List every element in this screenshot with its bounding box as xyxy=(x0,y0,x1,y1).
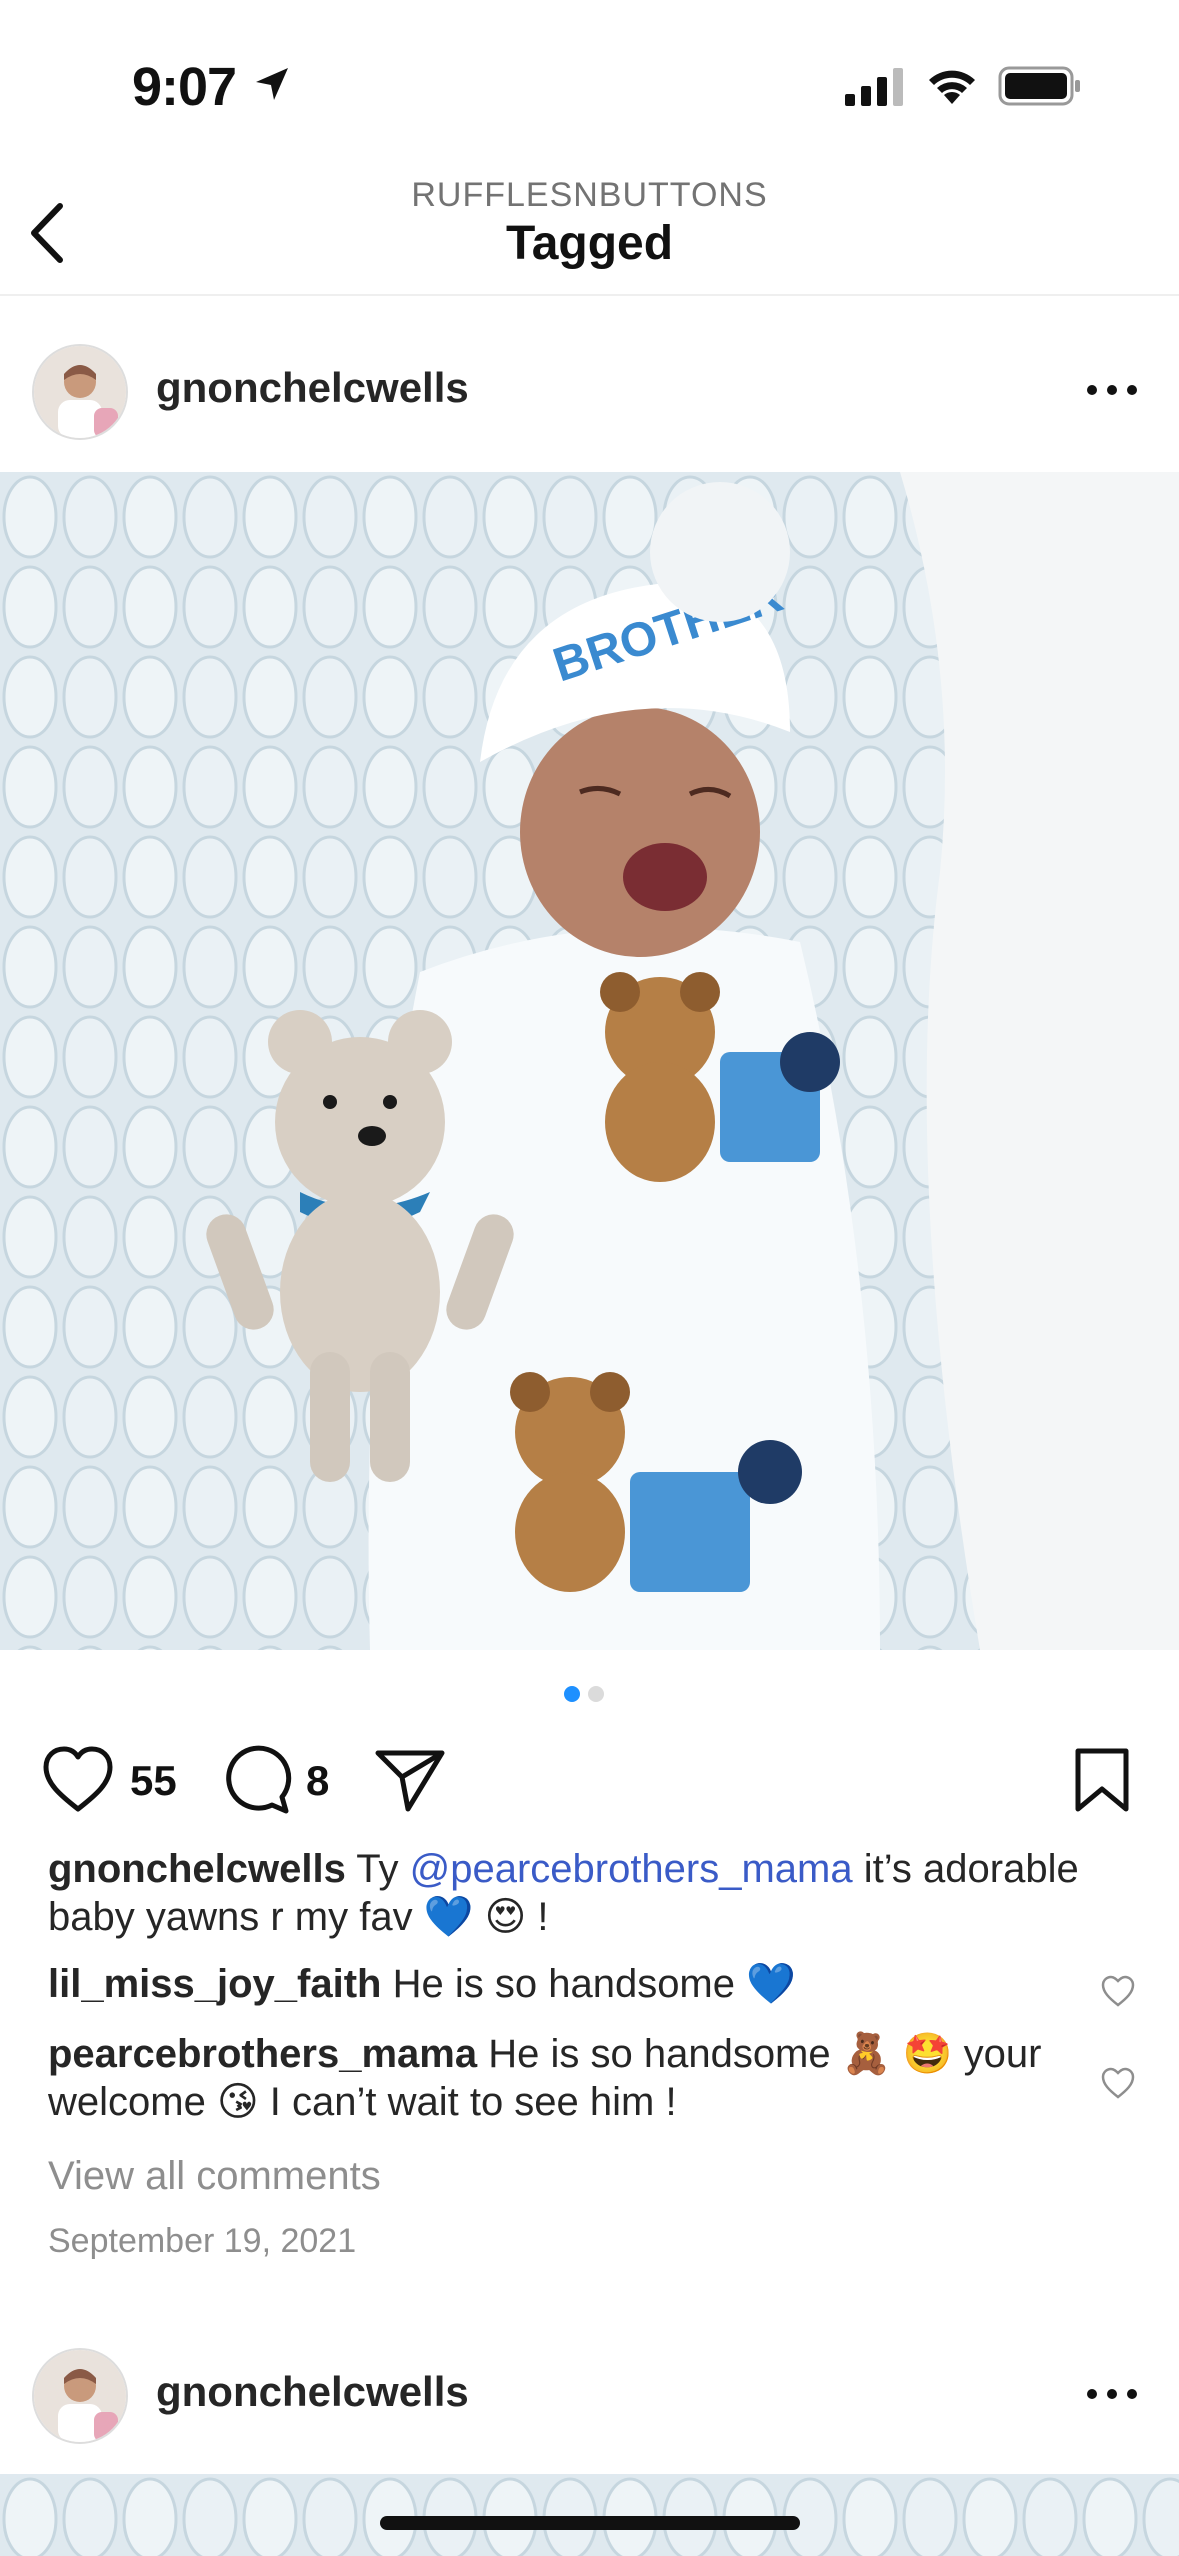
status-bar: 9:07 xyxy=(0,0,1179,160)
comment-username[interactable]: pearcebrothers_mama xyxy=(48,2032,477,2076)
bookmark-icon[interactable] xyxy=(1072,1745,1132,1815)
comment-like-heart-icon[interactable] xyxy=(1100,1974,1136,2008)
carousel-indicator xyxy=(564,1686,612,1706)
carousel-dot xyxy=(588,1686,604,1702)
nav-bar: RUFFLESNBUTTONS Tagged xyxy=(0,160,1179,296)
next-post-username[interactable]: gnonchelcwells xyxy=(156,2368,469,2416)
comment-count[interactable]: 8 xyxy=(306,1757,329,1805)
caption-text-before: Ty xyxy=(345,1847,410,1891)
comment-text: He is so handsome 💙 xyxy=(381,1962,796,2006)
page-title: Tagged xyxy=(505,217,674,270)
location-arrow-icon xyxy=(256,68,288,100)
post-caption: gnonchelcwells Ty @pearcebrothers_mama i… xyxy=(48,1845,1088,1941)
caption-username[interactable]: gnonchelcwells xyxy=(48,1847,346,1891)
post-header: gnonchelcwells xyxy=(0,296,1179,474)
view-all-comments-link[interactable]: View all comments xyxy=(48,2154,381,2199)
comment-item: lil_miss_joy_faith He is so handsome 💙 xyxy=(48,1960,1058,2008)
status-time: 9:07 xyxy=(132,57,237,117)
caption-mention[interactable]: @pearcebrothers_mama xyxy=(410,1847,853,1891)
comment-like-heart-icon[interactable] xyxy=(1100,2066,1136,2100)
paper-plane-icon[interactable] xyxy=(374,1747,446,1813)
next-post-photo[interactable] xyxy=(0,2474,1179,2556)
post-date: September 19, 2021 xyxy=(48,2222,357,2260)
post-photo[interactable]: BROTHER xyxy=(0,472,1179,1650)
like-count[interactable]: 55 xyxy=(130,1757,177,1805)
carousel-dot-active xyxy=(564,1686,580,1702)
comment-username[interactable]: lil_miss_joy_faith xyxy=(48,1962,381,2006)
post-username[interactable]: gnonchelcwells xyxy=(156,364,469,412)
avatar[interactable] xyxy=(32,344,128,440)
more-horizontal-icon[interactable] xyxy=(1082,378,1142,402)
post-action-bar: 55 8 xyxy=(0,1735,1179,1825)
home-indicator[interactable] xyxy=(380,2516,800,2530)
next-post-header: gnonchelcwells xyxy=(0,2300,1179,2478)
comment-bubble-icon[interactable] xyxy=(220,1745,292,1817)
cellular-signal-icon xyxy=(845,68,903,106)
battery-icon xyxy=(998,66,1080,106)
avatar[interactable] xyxy=(32,2348,128,2444)
wifi-icon xyxy=(929,70,975,104)
nav-subtitle: RUFFLESNBUTTONS xyxy=(411,176,768,214)
comment-item: pearcebrothers_mama He is so handsome 🧸 … xyxy=(48,2030,1058,2126)
more-horizontal-icon[interactable] xyxy=(1082,2382,1142,2406)
heart-icon[interactable] xyxy=(40,1745,116,1815)
